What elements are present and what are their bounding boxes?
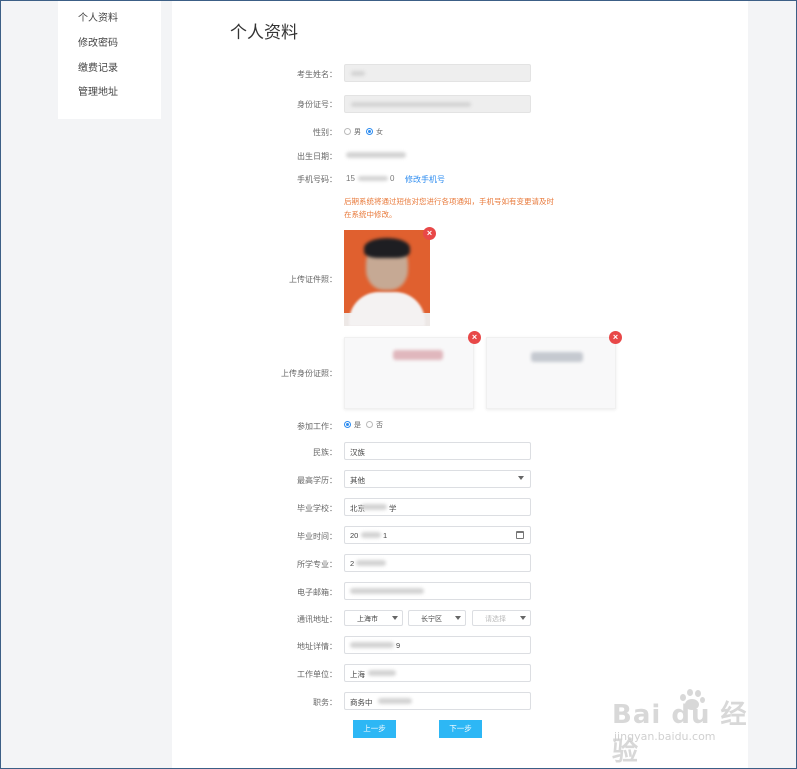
position-prefix: 商务中 [350,698,373,707]
delete-idcard-front-icon[interactable]: × [468,331,481,344]
grad-time-suffix: 1 [383,531,388,540]
grad-time-input[interactable]: 20 1 [344,526,531,544]
position-input[interactable]: 商务中 [344,692,531,710]
work-no-label: 否 [376,422,383,429]
idcard-front-image [344,337,474,409]
idcard-label: 上传身份证照： [281,369,337,378]
phone-suffix: 0 [390,174,395,183]
district-value: 长宁区 [421,616,442,623]
school-suffix: 学 [389,504,397,513]
change-phone-link[interactable]: 修改手机号 [405,174,445,185]
street-placeholder: 请选择 [485,616,506,623]
address-detail-input[interactable]: 9 [344,636,531,654]
sidebar-item-change-password[interactable]: 修改密码 [78,34,118,49]
redacted-value [351,102,471,107]
employer-input[interactable]: 上海 [344,664,531,682]
education-select[interactable]: 其他 [344,470,531,488]
watermark-logo: Bai du 经验 jingyan.baidu.com [612,688,762,767]
id-photo [344,230,430,326]
gender-female-radio[interactable] [366,128,373,135]
district-select[interactable]: 长宁区 [408,610,466,626]
next-step-button[interactable]: 下一步 [439,720,482,738]
school-label: 毕业学校： [297,504,337,513]
email-label: 电子邮箱： [297,588,337,597]
page-title: 个人资料 [230,23,298,42]
phone-prefix: 15 [346,174,355,183]
delete-idcard-back-icon[interactable]: × [609,331,622,344]
sidebar-item-payment-records[interactable]: 缴费记录 [78,59,118,74]
birth-value-redacted [346,152,406,158]
position-label: 职务： [313,698,337,707]
address-detail-label: 地址详情： [297,642,337,651]
delete-photo-icon[interactable]: × [423,227,436,240]
province-select[interactable]: 上海市 [344,610,403,626]
address-detail-suffix: 9 [396,641,401,650]
grad-time-redacted [361,532,381,538]
ethnicity-input[interactable]: 汉族 [344,442,531,460]
idnum-field [344,95,531,113]
position-redacted [378,698,412,704]
photo-label: 上传证件照： [289,275,337,284]
name-label: 考生姓名： [297,70,337,79]
major-input[interactable]: 2 [344,554,531,572]
gender-male-radio[interactable] [344,128,351,135]
major-label: 所学专业： [297,560,337,569]
gender-label: 性别： [313,128,337,137]
phone-redacted [358,176,388,181]
employer-label: 工作单位： [297,670,337,679]
school-redacted [361,504,387,510]
email-redacted [350,588,424,594]
address-label: 通讯地址： [297,615,337,624]
ethnicity-label: 民族： [313,448,337,457]
prev-step-button[interactable]: 上一步 [353,720,396,738]
chevron-down-icon [392,616,398,620]
work-yes-label: 是 [354,422,361,429]
work-no-radio[interactable] [366,421,373,428]
major-redacted [356,560,386,566]
phone-label: 手机号码： [297,175,337,184]
grad-time-prefix: 20 [350,531,359,540]
grad-time-label: 毕业时间： [297,532,337,541]
work-yes-radio[interactable] [344,421,351,428]
idcard-back-image [486,337,616,409]
work-label: 参加工作： [297,422,337,431]
sidebar-item-profile[interactable]: 个人资料 [78,9,118,24]
chevron-down-icon [518,476,524,480]
gender-male-label: 男 [354,129,361,136]
address-redacted [350,642,394,648]
chevron-down-icon [520,616,526,620]
employer-redacted [368,670,396,676]
sidebar: 个人资料 修改密码 缴费记录 管理地址 [58,0,161,119]
gender-female-label: 女 [376,129,383,136]
education-value: 其他 [350,476,365,485]
school-input[interactable]: 北京 学 [344,498,531,516]
main-panel: 个人资料 考生姓名： 身份证号： 性别： 男 女 出生日期： 手机号码： 15 … [172,0,748,769]
redacted-value [351,71,365,76]
calendar-icon[interactable] [516,531,524,539]
birth-label: 出生日期： [297,152,337,161]
province-value: 上海市 [357,616,378,623]
street-select[interactable]: 请选择 [472,610,531,626]
name-field [344,64,531,82]
major-prefix: 2 [350,559,355,568]
education-label: 最高学历： [297,476,337,485]
ethnicity-value: 汉族 [350,448,365,457]
sidebar-item-manage-address[interactable]: 管理地址 [78,83,118,98]
employer-prefix: 上海 [350,670,365,679]
watermark-sub: jingyan.baidu.com [614,730,716,743]
email-input[interactable] [344,582,531,600]
chevron-down-icon [455,616,461,620]
idnum-label: 身份证号： [297,100,337,109]
phone-notice: 后期系统将通过短信对您进行各项通知，手机号如有变更请及时在系统中修改。 [344,197,554,219]
